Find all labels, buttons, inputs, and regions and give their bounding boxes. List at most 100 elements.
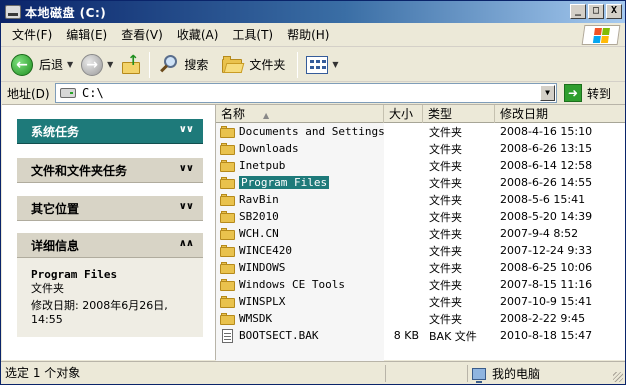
windows-logo-icon [581,25,621,45]
system-tasks-panel: 系统任务 ∨∨ [17,119,203,144]
details-modified: 修改日期: 2008年6月26日, [31,299,168,312]
column-header-size[interactable]: 大小 [384,105,423,123]
expand-chevron-icon[interactable]: ∨∨ [179,163,194,174]
file-name: Downloads [239,142,299,155]
details-title: 详细信息 [31,238,80,253]
status-location-label: 我的电脑 [492,367,541,381]
close-button[interactable]: X [606,4,622,19]
folders-icon [222,55,245,74]
file-date: 2008-5-6 15:41 [500,193,586,206]
expand-chevron-icon[interactable]: ∨∨ [179,201,194,212]
file-date: 2010-8-18 15:47 [500,329,593,342]
address-dropdown-icon[interactable]: ▼ [540,85,555,101]
minimize-button[interactable]: _ [570,4,586,19]
file-name-cell: WMSDK [216,312,384,325]
file-name-cell: Windows CE Tools [216,278,384,291]
file-folder-tasks-panel: 文件和文件夹任务 ∨∨ [17,158,203,183]
forward-button[interactable]: → ▼ [77,51,117,79]
details-modified-time: 14:55 [31,313,63,326]
details-header[interactable]: 详细信息 ∧∧ [17,233,203,258]
file-row[interactable]: WINSPLX 文件夹 2007-10-9 15:41 [216,293,625,310]
file-name: WCH.CN [239,227,279,240]
column-header-date[interactable]: 修改日期 [495,105,625,123]
forward-dropdown-icon[interactable]: ▼ [107,60,113,69]
back-dropdown-icon[interactable]: ▼ [67,60,73,69]
system-tasks-title: 系统任务 [31,124,80,139]
menu-file[interactable]: 文件(F) [5,25,59,45]
file-name-cell: RavBin [216,193,384,206]
folders-button[interactable]: 文件夹 [218,51,289,79]
toolbar-separator [149,51,151,78]
file-type: 文件夹 [429,125,462,139]
file-type: 文件夹 [429,244,462,258]
views-dropdown-icon[interactable]: ▼ [332,60,338,69]
status-location: 我的电脑 [467,365,617,383]
file-row[interactable]: Program Files 文件夹 2008-6-26 14:55 [216,174,625,191]
file-type: 文件夹 [429,227,462,241]
file-name-cell: Inetpub [216,159,384,172]
menu-bar: 文件(F) 编辑(E) 查看(V) 收藏(A) 工具(T) 帮助(H) [1,23,625,47]
views-button[interactable]: ▼ [302,52,342,78]
back-button[interactable]: ← 后退 ▼ [7,51,77,79]
go-button[interactable]: ➜ 转到 [564,83,611,103]
file-date: 2007-12-24 9:33 [500,244,593,257]
file-name: WMSDK [239,312,273,325]
file-type: BAK 文件 [429,329,477,343]
search-button[interactable]: 搜索 [154,51,212,79]
file-row[interactable]: WCH.CN 文件夹 2007-9-4 8:52 [216,225,625,242]
back-label: 后退 [39,58,64,72]
system-tasks-header[interactable]: 系统任务 ∨∨ [17,119,203,144]
file-type: 文件夹 [429,312,462,326]
resize-grip[interactable] [613,372,623,382]
file-name: Inetpub [239,159,286,172]
file-name: SB2010 [239,210,279,223]
folder-icon [220,261,236,274]
maximize-button[interactable]: □ [588,4,604,19]
my-computer-icon [472,367,486,383]
menu-tools[interactable]: 工具(T) [225,25,280,45]
file-list: Documents and Settings 文件夹 2008-4-16 15:10… [216,123,625,344]
file-name: Documents and Settings [239,125,385,138]
file-name: Program Files [239,176,330,189]
collapse-chevron-icon[interactable]: ∧∧ [179,238,194,249]
back-arrow-icon: ← [11,53,33,76]
file-row[interactable]: BOOTSECT.BAK 8 KB BAK 文件 2010-8-18 15:47 [216,327,625,344]
address-value: C:\ [82,86,104,100]
file-name: WINDOWS [239,261,286,274]
file-name-cell: Downloads [216,142,384,155]
menu-favorites[interactable]: 收藏(A) [170,25,226,45]
menu-view[interactable]: 查看(V) [114,25,170,45]
folder-icon [220,278,236,291]
file-name-cell: Program Files [216,176,384,189]
menu-edit[interactable]: 编辑(E) [59,25,114,45]
file-row[interactable]: RavBin 文件夹 2008-5-6 15:41 [216,191,625,208]
other-places-header[interactable]: 其它位置 ∨∨ [17,196,203,221]
file-date: 2008-6-26 13:15 [500,142,593,155]
file-row[interactable]: Documents and Settings 文件夹 2008-4-16 15:10 [216,123,625,140]
file-date: 2007-9-4 8:52 [500,227,579,240]
status-panel [385,365,465,382]
file-row[interactable]: SB2010 文件夹 2008-5-20 14:39 [216,208,625,225]
address-input[interactable]: C:\ ▼ [55,83,557,103]
up-folder-button[interactable]: ↑ [117,51,145,79]
column-header-type[interactable]: 类型 [423,105,495,123]
file-folder-tasks-header[interactable]: 文件和文件夹任务 ∨∨ [17,158,203,183]
drive-icon [60,88,76,98]
file-size: 8 KB [393,329,419,342]
file-row[interactable]: WMSDK 文件夹 2008-2-22 9:45 [216,310,625,327]
file-icon [220,328,236,343]
file-type: 文件夹 [429,261,462,275]
expand-chevron-icon[interactable]: ∨∨ [179,124,194,135]
drive-icon [5,5,21,19]
other-places-title: 其它位置 [31,201,80,216]
file-name-cell: WINCE420 [216,244,384,257]
file-row[interactable]: Windows CE Tools 文件夹 2007-8-15 11:16 [216,276,625,293]
file-row[interactable]: Downloads 文件夹 2008-6-26 13:15 [216,140,625,157]
file-row[interactable]: WINDOWS 文件夹 2008-6-25 10:06 [216,259,625,276]
menu-help[interactable]: 帮助(H) [280,25,336,45]
title-bar[interactable]: 本地磁盘 (C:) _ □ X [1,1,625,23]
task-pane: 系统任务 ∨∨ 文件和文件夹任务 ∨∨ 其它位置 ∨∨ 详细信息 ∧∧ Prog… [2,104,215,360]
file-row[interactable]: WINCE420 文件夹 2007-12-24 9:33 [216,242,625,259]
file-row[interactable]: Inetpub 文件夹 2008-6-14 12:58 [216,157,625,174]
column-header-name[interactable]: 名称 ▲ [216,105,384,123]
